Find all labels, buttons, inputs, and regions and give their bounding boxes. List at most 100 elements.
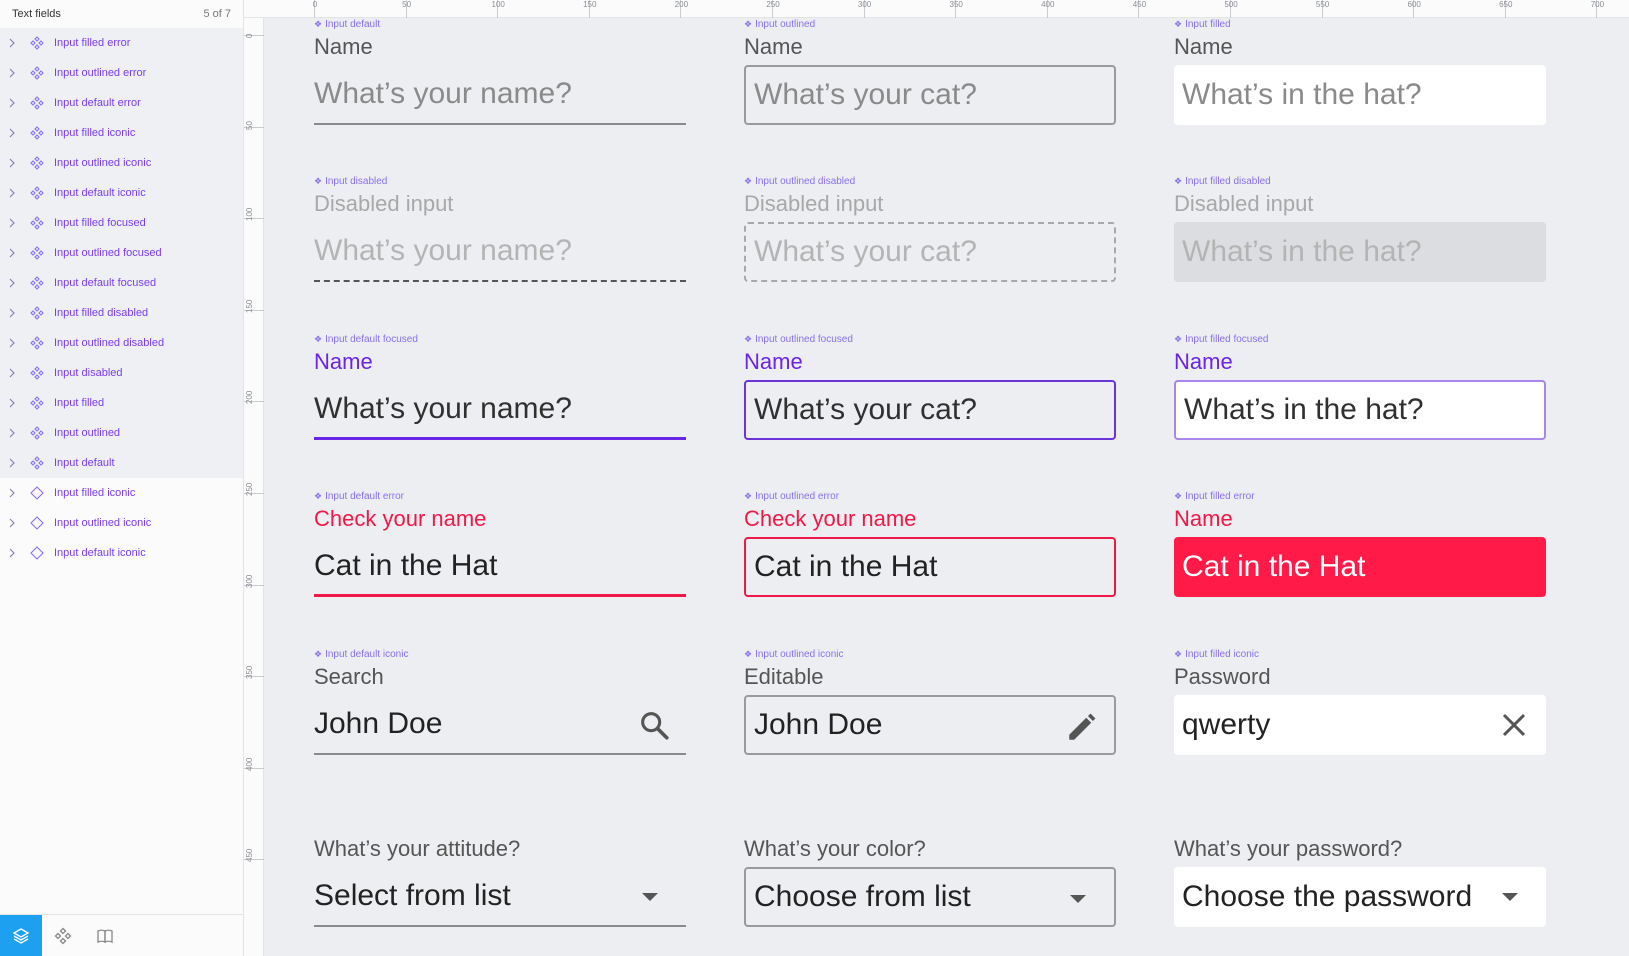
layer-item-label: Input outlined disabled <box>54 337 165 349</box>
chevron-right-icon[interactable] <box>8 338 20 348</box>
input-box[interactable]: Cat in the Hat <box>744 537 1116 597</box>
chevron-right-icon[interactable] <box>8 98 20 108</box>
select-box[interactable]: Choose from list <box>744 867 1116 927</box>
input-box[interactable]: What’s your name? <box>314 65 686 125</box>
input-box[interactable]: qwerty <box>1174 695 1546 755</box>
pencil-icon[interactable] <box>1064 709 1100 745</box>
layer-item[interactable]: Input filled focused <box>0 208 243 238</box>
input-box: What’s your name? <box>314 222 686 282</box>
select-box[interactable]: Select from list <box>314 867 686 927</box>
layer-item-label: Input outlined <box>54 427 121 439</box>
chevron-right-icon[interactable] <box>8 188 20 198</box>
input-value: What’s your name? <box>314 77 572 110</box>
field-label: What’s your color? <box>744 836 926 861</box>
component-name-label: ❖ Input outlined disabled <box>744 176 855 187</box>
chevron-right-icon[interactable] <box>8 248 20 258</box>
input-box[interactable]: Cat in the Hat <box>1174 537 1546 597</box>
layer-item[interactable]: Input disabled <box>0 358 243 388</box>
layer-item[interactable]: Input default error <box>0 88 243 118</box>
input-box[interactable]: John Doe <box>314 695 686 755</box>
layer-item[interactable]: Input default <box>0 448 243 478</box>
layer-item[interactable]: Input filled iconic <box>0 118 243 148</box>
layer-item[interactable]: Input filled error <box>0 28 243 58</box>
ruler-tick-label: 650 <box>1499 0 1513 9</box>
chevron-right-icon[interactable] <box>8 518 20 528</box>
chevron-right-icon[interactable] <box>8 488 20 498</box>
input-box[interactable]: John Doe <box>744 695 1116 755</box>
input-value: qwerty <box>1182 708 1271 741</box>
chevron-right-icon[interactable] <box>8 308 20 318</box>
layer-item[interactable]: Input outlined iconic <box>0 508 243 538</box>
text-field: ❖ Input default focused Name What’s your na… <box>314 334 686 444</box>
component-icon: ❖ <box>744 19 753 29</box>
field-label: Disabled input <box>314 191 454 216</box>
layer-item[interactable]: Input outlined disabled <box>0 328 243 358</box>
input-box: What’s in the hat? <box>1174 222 1546 282</box>
components-tab[interactable] <box>42 915 84 956</box>
layer-item[interactable]: Input default focused <box>0 268 243 298</box>
chevron-right-icon[interactable] <box>8 278 20 288</box>
close-icon[interactable] <box>1496 707 1532 743</box>
ruler-tick: 400 <box>1041 0 1054 18</box>
ruler-tick: 700 <box>1591 0 1604 18</box>
library-tab[interactable] <box>84 915 126 956</box>
dropdown-arrow-icon[interactable] <box>1060 881 1096 917</box>
layer-item[interactable]: Input default iconic <box>0 538 243 568</box>
layer-item[interactable]: Input outlined iconic <box>0 148 243 178</box>
field-label: Disabled input <box>1174 191 1314 216</box>
select-field: What’s your color? Choose from list <box>744 806 1116 927</box>
chevron-right-icon[interactable] <box>8 218 20 228</box>
input-value: What’s your cat? <box>754 78 977 111</box>
layer-item[interactable]: Input outlined <box>0 418 243 448</box>
ruler-tick-label: 0 <box>312 0 318 9</box>
ruler-tick: 250 <box>244 483 264 496</box>
input-box[interactable]: Cat in the Hat <box>314 537 686 597</box>
chevron-right-icon[interactable] <box>8 128 20 138</box>
ruler-tick: 450 <box>244 849 264 862</box>
chevron-right-icon[interactable] <box>8 68 20 78</box>
layer-item[interactable]: Input filled disabled <box>0 298 243 328</box>
layer-item[interactable]: Input filled iconic <box>0 478 243 508</box>
layer-item-label: Input disabled <box>54 367 123 379</box>
component-name-label: ❖ Input default focused <box>314 334 418 345</box>
select-box[interactable]: Choose the password <box>1174 867 1546 927</box>
chevron-right-icon[interactable] <box>8 38 20 48</box>
chevron-right-icon[interactable] <box>8 368 20 378</box>
dropdown-arrow-icon[interactable] <box>632 879 668 915</box>
ruler-tick: 50 <box>402 0 411 18</box>
chevron-right-icon[interactable] <box>8 158 20 168</box>
ruler-tick-label: 300 <box>857 0 872 9</box>
component-name-label: ❖ Input default error <box>314 491 404 502</box>
input-box[interactable]: What’s your name? <box>314 380 686 440</box>
select-value: Select from list <box>314 879 511 912</box>
chevron-right-icon[interactable] <box>8 428 20 438</box>
component-icon <box>28 334 46 352</box>
layers-tab[interactable] <box>0 915 42 956</box>
ruler-tick: 250 <box>766 0 780 18</box>
component-name: Input outlined disabled <box>755 176 856 187</box>
search-icon[interactable] <box>636 707 672 743</box>
dropdown-arrow-icon[interactable] <box>1492 879 1528 915</box>
component-icon <box>28 124 46 142</box>
chevron-right-icon[interactable] <box>8 548 20 558</box>
ruler-tick-label: 250 <box>245 482 254 496</box>
ruler-tick: 300 <box>858 0 871 18</box>
field-label: Password <box>1174 664 1271 689</box>
component-icon: ❖ <box>744 649 753 659</box>
layer-item[interactable]: Input default iconic <box>0 178 243 208</box>
layer-item[interactable]: Input outlined focused <box>0 238 243 268</box>
input-box[interactable]: What’s your cat? <box>744 380 1116 440</box>
input-value: Cat in the Hat <box>1182 550 1366 583</box>
chevron-right-icon[interactable] <box>8 458 20 468</box>
chevron-right-icon[interactable] <box>8 398 20 408</box>
ruler-tick: 100 <box>244 208 264 221</box>
page-counter[interactable]: 5 of 7 <box>203 8 231 20</box>
layer-item[interactable]: Input outlined error <box>0 58 243 88</box>
input-value: John Doe <box>314 707 443 740</box>
input-box[interactable]: What’s in the hat? <box>1174 65 1546 125</box>
input-box[interactable]: What’s your cat? <box>744 65 1116 125</box>
input-box[interactable]: What’s in the hat? <box>1174 380 1546 440</box>
component-name-label: ❖ Input outlined focused <box>744 334 853 345</box>
layer-item[interactable]: Input filled <box>0 388 243 418</box>
select-value: Choose from list <box>754 880 971 913</box>
